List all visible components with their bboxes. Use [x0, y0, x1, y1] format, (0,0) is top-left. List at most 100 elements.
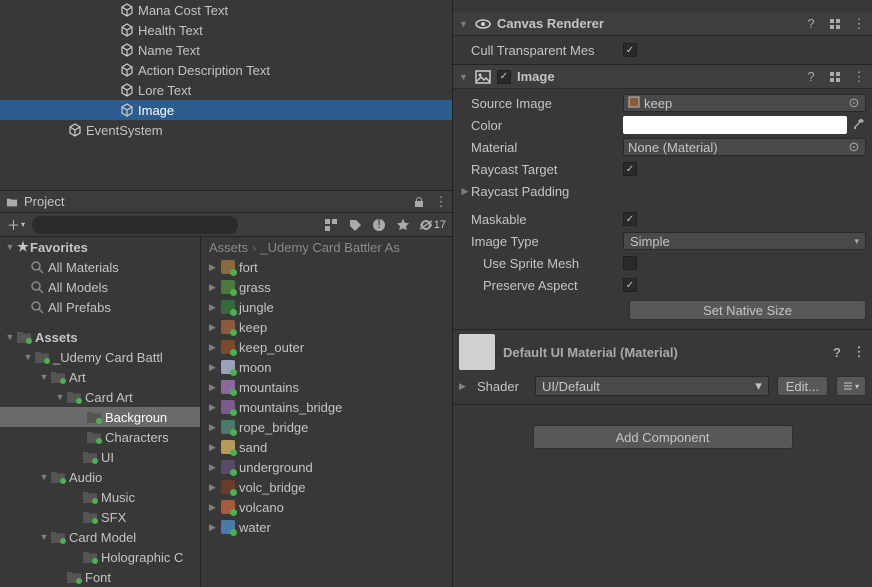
preserve-aspect-checkbox[interactable] — [623, 278, 637, 292]
asset-item[interactable]: ▶sand — [201, 437, 452, 457]
expand-icon[interactable]: ▼ — [54, 392, 66, 402]
context-menu-button[interactable]: ⋮ — [852, 70, 866, 84]
project-search-input[interactable] — [32, 216, 238, 234]
expand-icon[interactable]: ▶ — [209, 282, 221, 293]
asset-item[interactable]: ▶jungle — [201, 297, 452, 317]
expand-icon[interactable]: ▶ — [209, 362, 221, 373]
expand-icon[interactable]: ▶ — [209, 382, 221, 393]
tree-folder-item[interactable]: Backgroun — [0, 407, 200, 427]
context-menu-button[interactable]: ⋮ — [852, 17, 866, 31]
tree-folder-item[interactable]: ▼Art — [0, 367, 200, 387]
favorites-item[interactable]: All Materials — [0, 257, 200, 277]
asset-item[interactable]: ▶mountains_bridge — [201, 397, 452, 417]
expand-icon[interactable]: ▶ — [209, 442, 221, 453]
expand-icon[interactable]: ▼ — [4, 332, 16, 342]
help-button[interactable]: ? — [804, 70, 818, 84]
hierarchy-item[interactable]: Lore Text — [0, 80, 452, 100]
material-preview[interactable] — [459, 334, 495, 370]
search-by-label-button[interactable] — [345, 216, 365, 234]
expand-icon[interactable]: ▼ — [38, 372, 50, 382]
color-field[interactable] — [623, 116, 847, 134]
preset-button[interactable] — [828, 17, 842, 31]
object-picker-button[interactable]: ⊙ — [847, 95, 861, 111]
tree-folder-item[interactable]: ▼_Udemy Card Battl — [0, 347, 200, 367]
asset-item[interactable]: ▶mountains — [201, 377, 452, 397]
use-sprite-mesh-checkbox[interactable] — [623, 256, 637, 270]
preset-button[interactable] — [828, 70, 842, 84]
cull-transparent-checkbox[interactable] — [623, 43, 637, 57]
tree-folder-item[interactable]: ▼Audio — [0, 467, 200, 487]
add-component-button[interactable]: Add Component — [533, 425, 793, 449]
expand-icon[interactable]: ▶ — [209, 402, 221, 413]
favorites-item[interactable]: All Prefabs — [0, 297, 200, 317]
expand-icon[interactable]: ▶ — [209, 342, 221, 353]
hierarchy-item[interactable]: Health Text — [0, 20, 452, 40]
create-asset-button[interactable]: ＋▾ — [4, 216, 28, 234]
eyedropper-button[interactable] — [850, 116, 866, 134]
context-menu-button[interactable]: ⋮ — [852, 345, 866, 359]
asset-item[interactable]: ▶keep_outer — [201, 337, 452, 357]
help-button[interactable]: ? — [804, 17, 818, 31]
hierarchy-item[interactable]: EventSystem — [0, 120, 452, 140]
expand-icon[interactable]: ▼ — [22, 352, 34, 362]
tree-folder-item[interactable]: Holographic C — [0, 547, 200, 567]
source-image-field[interactable]: keep ⊙ — [623, 94, 866, 112]
expand-icon[interactable]: ▶ — [459, 381, 469, 392]
expand-icon[interactable]: ▶ — [209, 522, 221, 533]
asset-item[interactable]: ▶grass — [201, 277, 452, 297]
image-type-dropdown[interactable]: Simple ▾ — [623, 232, 866, 250]
maskable-checkbox[interactable] — [623, 212, 637, 226]
object-picker-button[interactable]: ⊙ — [847, 139, 861, 155]
asset-item[interactable]: ▶water — [201, 517, 452, 537]
expand-icon[interactable]: ▶ — [209, 302, 221, 313]
expand-icon[interactable]: ▶ — [209, 462, 221, 473]
project-header[interactable]: Project ⋮ — [0, 191, 452, 213]
tree-folder-item[interactable]: Music — [0, 487, 200, 507]
image-enabled-checkbox[interactable] — [497, 70, 511, 84]
collapse-icon[interactable]: ▼ — [459, 72, 469, 82]
asset-item[interactable]: ▶fort — [201, 257, 452, 277]
raycast-target-checkbox[interactable] — [623, 162, 637, 176]
shader-list-button[interactable]: ▾ — [836, 376, 866, 396]
project-tree[interactable]: ▼ ★ Favorites All MaterialsAll ModelsAll… — [0, 237, 200, 587]
tree-folder-item[interactable]: UI — [0, 447, 200, 467]
project-asset-list[interactable]: Assets › _Udemy Card Battler As ▶fort▶gr… — [200, 237, 452, 587]
tree-folder-item[interactable]: SFX — [0, 507, 200, 527]
collapse-icon[interactable]: ▼ — [459, 19, 469, 29]
favorite-search-button[interactable] — [393, 216, 413, 234]
expand-icon[interactable]: ▼ — [38, 472, 50, 482]
tree-folder-item[interactable]: Characters — [0, 427, 200, 447]
lock-icon-button[interactable] — [410, 194, 426, 210]
material-field[interactable]: None (Material) ⊙ — [623, 138, 866, 156]
expand-icon[interactable]: ▶ — [209, 262, 221, 273]
expand-icon[interactable]: ▶ — [209, 322, 221, 333]
asset-item[interactable]: ▶volcano — [201, 497, 452, 517]
expand-icon[interactable]: ▶ — [209, 422, 221, 433]
asset-item[interactable]: ▶underground — [201, 457, 452, 477]
favorites-item[interactable]: All Models — [0, 277, 200, 297]
tree-folder-item[interactable]: ▼Card Art — [0, 387, 200, 407]
hierarchy-item[interactable]: Name Text — [0, 40, 452, 60]
breadcrumb[interactable]: Assets › _Udemy Card Battler As — [201, 237, 452, 257]
asset-item[interactable]: ▶rope_bridge — [201, 417, 452, 437]
search-by-type-button[interactable] — [321, 216, 341, 234]
help-button[interactable]: ? — [830, 345, 844, 359]
hierarchy-item[interactable]: Image — [0, 100, 452, 120]
expand-icon[interactable]: ▶ — [209, 482, 221, 493]
tree-folder-item[interactable]: Font — [0, 567, 200, 587]
tree-folder-item[interactable]: ▼Card Model — [0, 527, 200, 547]
hierarchy-item[interactable]: Action Description Text — [0, 60, 452, 80]
save-search-button[interactable]: ! — [369, 216, 389, 234]
expand-icon[interactable]: ▼ — [38, 532, 50, 542]
expand-icon[interactable]: ▶ — [209, 502, 221, 513]
expand-icon[interactable]: ▶ — [459, 186, 471, 197]
expand-icon[interactable]: ▼ — [4, 242, 16, 252]
set-native-size-button[interactable]: Set Native Size — [629, 300, 866, 320]
shader-dropdown[interactable]: UI/Default ▾ — [535, 376, 769, 396]
hidden-count-button[interactable]: 17 — [417, 216, 448, 234]
context-menu-button[interactable]: ⋮ — [432, 194, 448, 210]
asset-item[interactable]: ▶keep — [201, 317, 452, 337]
asset-item[interactable]: ▶moon — [201, 357, 452, 377]
edit-shader-button[interactable]: Edit... — [777, 376, 828, 396]
asset-item[interactable]: ▶volc_bridge — [201, 477, 452, 497]
